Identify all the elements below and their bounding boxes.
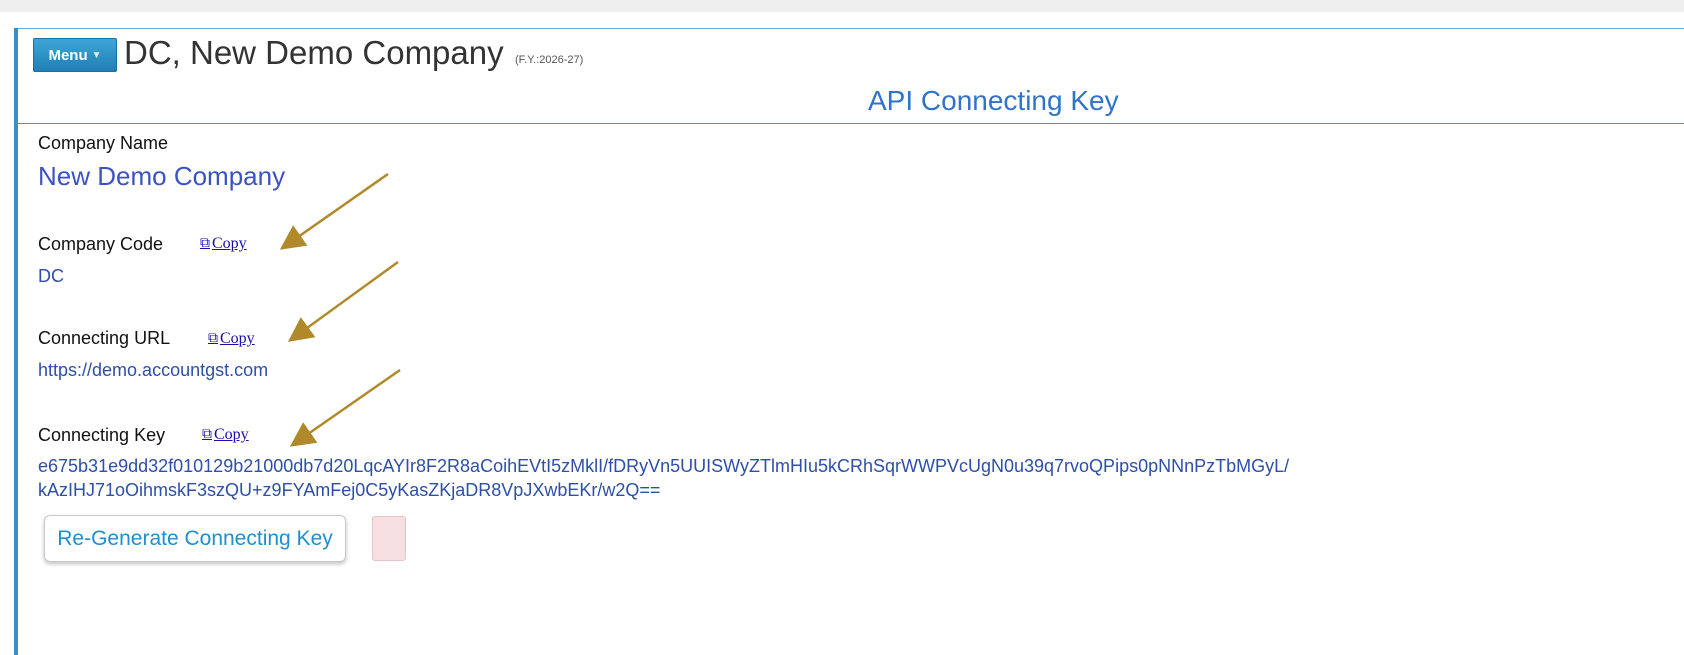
annotation-arrow-connecting-url: [287, 260, 399, 342]
annotation-arrow-company-code: [279, 172, 389, 250]
annotation-arrow-connecting-key: [289, 368, 401, 447]
annotation-arrows: [279, 172, 401, 447]
